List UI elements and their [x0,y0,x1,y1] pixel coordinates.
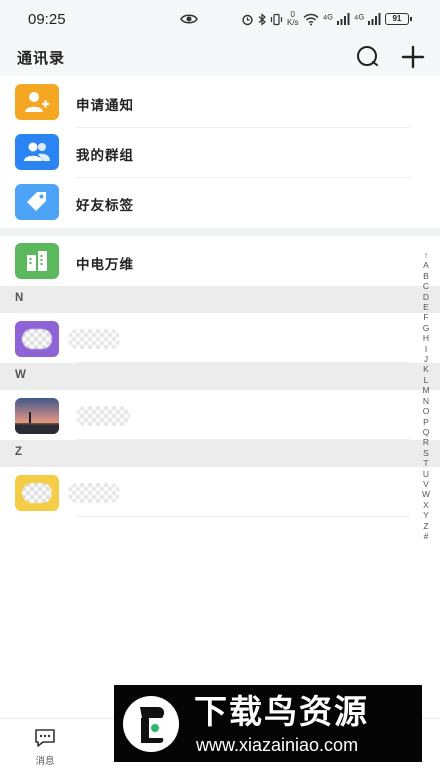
signal-1-icon [336,13,350,25]
group-icon [15,134,59,170]
search-bubble-icon [357,46,378,66]
index-letter[interactable]: U [419,469,433,479]
tag-icon [15,184,59,220]
bluetooth-icon [258,12,266,26]
menu-item-apply-notice[interactable]: 申请通知 [0,78,410,128]
section-header-n: N [0,286,440,313]
blurred-contact-name [68,483,120,503]
section-gap [0,228,440,236]
organization-label: 中电万维 [76,257,134,272]
sunset-photo-avatar [15,398,59,434]
wifi-icon [303,13,319,25]
section-header-z: Z [0,440,440,467]
signal-2-icon [367,13,381,25]
blurred-avatar-image [22,329,52,349]
index-letter[interactable]: F [419,312,433,322]
index-letter[interactable]: M [419,385,433,395]
index-letter[interactable]: E [419,302,433,312]
plus-icon [401,45,425,69]
index-letter[interactable]: Q [419,427,433,437]
index-letter[interactable]: K [419,364,433,374]
divider [76,516,410,517]
watermark-banner: 下载鸟资源 www.xiazainiao.com [114,685,422,762]
index-letter[interactable]: Y [419,510,433,520]
menu-label-friend-tags: 好友标签 [76,198,134,213]
index-letter[interactable]: W [419,489,433,499]
index-letter[interactable]: N [419,396,433,406]
eye-icon [180,14,198,24]
alphabet-index[interactable]: ↑ A B C D E F G H I J K L M N O P Q R S T U V W X Y Z # [419,250,433,541]
page-title: 通讯录 [17,50,66,67]
signal-2-label: ⁴ᴳ [353,13,364,25]
index-letter[interactable]: B [419,271,433,281]
index-letter[interactable]: T [419,458,433,468]
menu-item-my-groups[interactable]: 我的群组 [0,128,410,178]
avatar [15,398,59,434]
tab-label: 消息 [35,756,55,767]
index-letter[interactable]: P [419,417,433,427]
alarm-icon [242,14,253,25]
index-letter[interactable]: ↑ [419,250,433,260]
contact-row[interactable] [0,313,410,363]
index-letter[interactable]: O [419,406,433,416]
index-letter[interactable]: J [419,354,433,364]
index-letter[interactable]: A [419,260,433,270]
vibrate-icon [270,13,283,25]
section-letter: N [15,292,24,304]
index-letter[interactable]: Z [419,521,433,531]
signal-1-label: ⁴ᴳ [322,13,333,25]
avatar [15,321,59,357]
index-letter[interactable]: G [419,323,433,333]
section-letter: Z [15,446,23,458]
section-letter: W [15,369,26,381]
status-icons: 0 K/s ⁴ᴳ ⁴ᴳ 91 [241,10,412,27]
user-add-icon [15,84,59,120]
chat-icon [35,729,55,747]
blurred-contact-name [76,406,130,426]
index-letter[interactable]: V [419,479,433,489]
section-header-w: W [0,363,440,390]
index-letter[interactable]: D [419,292,433,302]
index-letter[interactable]: H [419,333,433,343]
menu-item-friend-tags[interactable]: 好友标签 [0,178,410,228]
tab-messages[interactable]: 消息 [0,719,90,770]
menu-label-my-groups: 我的群组 [76,148,134,163]
watermark-title: 下载鸟资源 [194,693,369,730]
index-letter[interactable]: # [419,531,433,541]
organization-item[interactable]: 中电万维 [0,237,410,287]
building-icon [15,243,59,279]
battery-indicator: 91 [384,13,412,25]
index-letter[interactable]: R [419,437,433,447]
menu-label-apply-notice: 申请通知 [76,98,134,113]
status-time: 09:25 [28,11,66,28]
blurred-avatar-image [22,483,52,503]
index-letter[interactable]: S [419,448,433,458]
blurred-contact-name [68,329,120,349]
status-bar: 09:25 0 K/s ⁴ᴳ ⁴ᴳ 91 [0,0,440,38]
avatar [15,475,59,511]
header: 通讯录 [0,38,440,76]
watermark-url: www.xiazainiao.com [196,735,359,755]
index-letter[interactable]: X [419,500,433,510]
index-letter[interactable]: I [419,344,433,354]
bird-logo-icon [123,696,179,752]
index-letter[interactable]: L [419,375,433,385]
index-letter[interactable]: C [419,281,433,291]
add-button[interactable] [399,43,427,71]
contact-row[interactable] [0,467,410,517]
search-button[interactable] [354,43,382,71]
contact-row[interactable] [0,390,410,440]
network-speed: 0 K/s [287,10,299,27]
